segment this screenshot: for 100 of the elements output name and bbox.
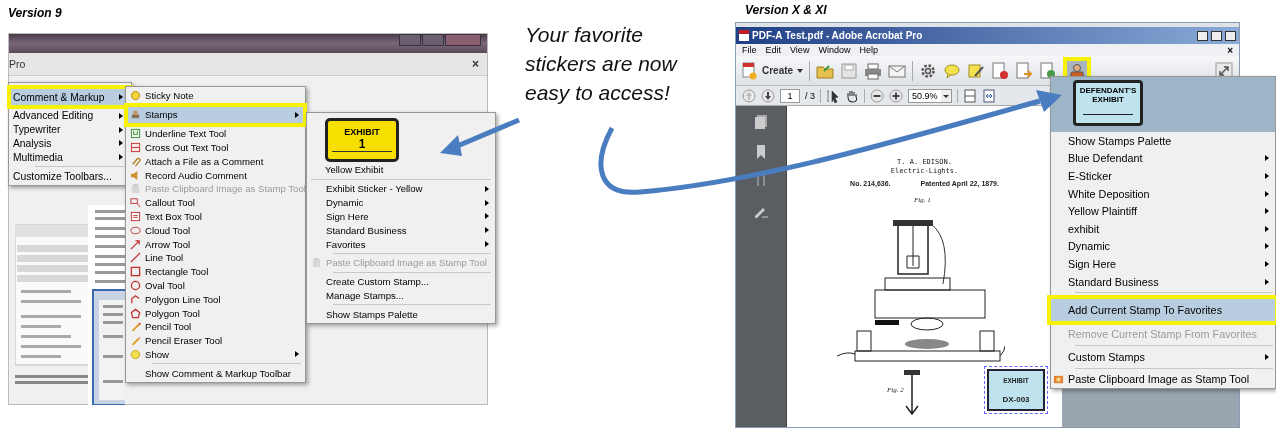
- section-heading: Version X & XI: [745, 3, 827, 17]
- strikethrough-icon: [130, 142, 141, 153]
- menu-item[interactable]: Sign Here: [309, 209, 493, 224]
- menu-item[interactable]: Dynamic: [309, 195, 493, 210]
- pencil-icon: [130, 321, 141, 333]
- menu-item[interactable]: Window: [818, 45, 851, 55]
- document-image-icon[interactable]: [1039, 61, 1058, 80]
- app-title: Pro: [9, 58, 26, 70]
- menu-item[interactable]: Customize Toolbars...: [11, 169, 129, 183]
- fit-page-icon[interactable]: [963, 88, 977, 103]
- menu-item[interactable]: Cloud Tool: [128, 223, 303, 238]
- create-button[interactable]: Create: [742, 61, 804, 80]
- menu-item[interactable]: Polygon Line Tool: [128, 292, 303, 307]
- rectangle-icon: [130, 266, 141, 278]
- sign-icon[interactable]: [967, 61, 986, 80]
- zoom-field[interactable]: 50.9%: [908, 88, 952, 103]
- menu-item[interactable]: Blue Defendant: [1051, 149, 1275, 168]
- menu-item[interactable]: Polygon Tool: [128, 306, 303, 320]
- close-button[interactable]: [1225, 30, 1236, 41]
- fit-width-icon[interactable]: [982, 88, 996, 103]
- menu-item[interactable]: Underline Text Tool: [128, 126, 303, 141]
- close-button[interactable]: ×: [472, 57, 479, 71]
- menu-item[interactable]: Callout Tool: [128, 195, 303, 210]
- polygon-icon: [130, 307, 141, 319]
- menu-item[interactable]: Stamps: [124, 102, 307, 127]
- menu-item[interactable]: E-Sticker: [1051, 167, 1275, 185]
- stamp-caption: Yellow Exhibit: [325, 164, 385, 175]
- sticky-note-icon: [130, 90, 141, 102]
- submenu-arrow-icon: [1265, 155, 1269, 162]
- menu-item[interactable]: Sign Here: [1051, 255, 1275, 273]
- menu-item[interactable]: Pencil Eraser Tool: [128, 333, 303, 348]
- menu-item[interactable]: Add Current Stamp To Favorites: [1047, 295, 1276, 326]
- menu-item[interactable]: Dynamic: [1051, 237, 1275, 256]
- menu-item[interactable]: exhibit: [1051, 219, 1275, 238]
- menu-item[interactable]: Create Custom Stamp...: [309, 274, 493, 289]
- menu-item[interactable]: View: [790, 45, 810, 55]
- menu-item[interactable]: Help: [859, 45, 878, 55]
- menu-item[interactable]: Show Comment & Markup Toolbar: [128, 366, 303, 381]
- pdf-icon: [739, 30, 749, 41]
- polygon-line-icon: [130, 293, 141, 305]
- menu-item[interactable]: Exhibit Sticker - Yellow: [309, 182, 493, 196]
- line-icon: [130, 252, 141, 264]
- menu-item[interactable]: Show Stamps Palette: [309, 307, 493, 322]
- menu-item[interactable]: Standard Business: [309, 223, 493, 238]
- text-box-icon: [130, 210, 141, 222]
- document-delete-icon[interactable]: [991, 61, 1010, 80]
- menu-item[interactable]: Comment & Markup: [7, 85, 133, 109]
- menu-item[interactable]: Paste Clipboard Image as Stamp Tool: [1051, 370, 1275, 389]
- menu-item[interactable]: Pencil Tool: [128, 319, 303, 334]
- zoom-out-icon[interactable]: [870, 88, 884, 103]
- menu-item[interactable]: Custom Stamps: [1051, 347, 1275, 366]
- page-count: / 3: [805, 90, 815, 101]
- cloud-icon: [130, 224, 141, 236]
- submenu-arrow-icon: [295, 111, 299, 118]
- submenu-arrow-icon: [295, 351, 299, 358]
- exhibit-stamp[interactable]: DEFENDANT'S EXHIBIT: [1073, 80, 1143, 126]
- stamp-icon: [1053, 373, 1064, 385]
- menu-item[interactable]: Show Stamps Palette: [1051, 132, 1275, 150]
- submenu-arrow-icon: [1265, 225, 1269, 232]
- menu-item[interactable]: Record Audio Comment: [128, 168, 303, 182]
- submenu-arrow-icon: [1265, 173, 1269, 179]
- menu-item[interactable]: Favorites: [309, 237, 493, 251]
- submenu-arrow-icon: [1265, 353, 1269, 360]
- page-number-field[interactable]: 1: [780, 88, 800, 103]
- menu-item[interactable]: Attach a File as a Comment: [128, 154, 303, 169]
- pages-icon[interactable]: [753, 114, 769, 130]
- menu-item[interactable]: Show: [128, 347, 303, 362]
- select-cursor-icon[interactable]: [826, 88, 840, 103]
- section-heading: Version 9: [8, 6, 62, 20]
- print-icon[interactable]: [864, 61, 883, 80]
- menu-item[interactable]: File: [742, 45, 757, 55]
- menu-item[interactable]: Line Tool: [128, 250, 303, 265]
- underline-icon: [130, 128, 141, 140]
- menu-item[interactable]: Rectangle Tool: [128, 264, 303, 279]
- submenu-arrow-icon: [1265, 260, 1269, 267]
- clipboard-icon: [130, 183, 141, 195]
- clipboard-icon: [311, 257, 322, 269]
- menu-item[interactable]: Oval Tool: [128, 278, 303, 293]
- menu-item[interactable]: Manage Stamps...: [309, 288, 493, 303]
- menu-item[interactable]: Edit: [765, 45, 782, 55]
- menu-item[interactable]: Standard Business: [1051, 272, 1275, 291]
- zoom-in-icon[interactable]: [889, 88, 903, 103]
- menu-item[interactable]: Yellow Plaintiff: [1051, 202, 1275, 220]
- close-button[interactable]: ×: [1227, 44, 1233, 56]
- maximize-button[interactable]: [1211, 30, 1222, 41]
- menu-item[interactable]: Text Box Tool: [128, 209, 303, 224]
- caret-icon: [797, 68, 804, 73]
- stamp-icon: [130, 109, 141, 121]
- menu-item[interactable]: White Deposition: [1051, 184, 1275, 203]
- menu-item[interactable]: Cross Out Text Tool: [128, 140, 303, 155]
- submenu-arrow-icon: [1265, 208, 1269, 215]
- gear-icon[interactable]: [919, 61, 938, 80]
- exhibit-stamp[interactable]: EXHIBIT 1: [325, 118, 399, 162]
- document-arrow-icon[interactable]: [1015, 61, 1034, 80]
- hand-icon[interactable]: [845, 88, 859, 103]
- menu-item[interactable]: Arrow Tool: [128, 237, 303, 251]
- next-page-icon[interactable]: [761, 88, 775, 103]
- minimize-button[interactable]: [1197, 30, 1208, 41]
- oval-icon: [130, 279, 141, 291]
- submenu-arrow-icon: [1265, 190, 1269, 197]
